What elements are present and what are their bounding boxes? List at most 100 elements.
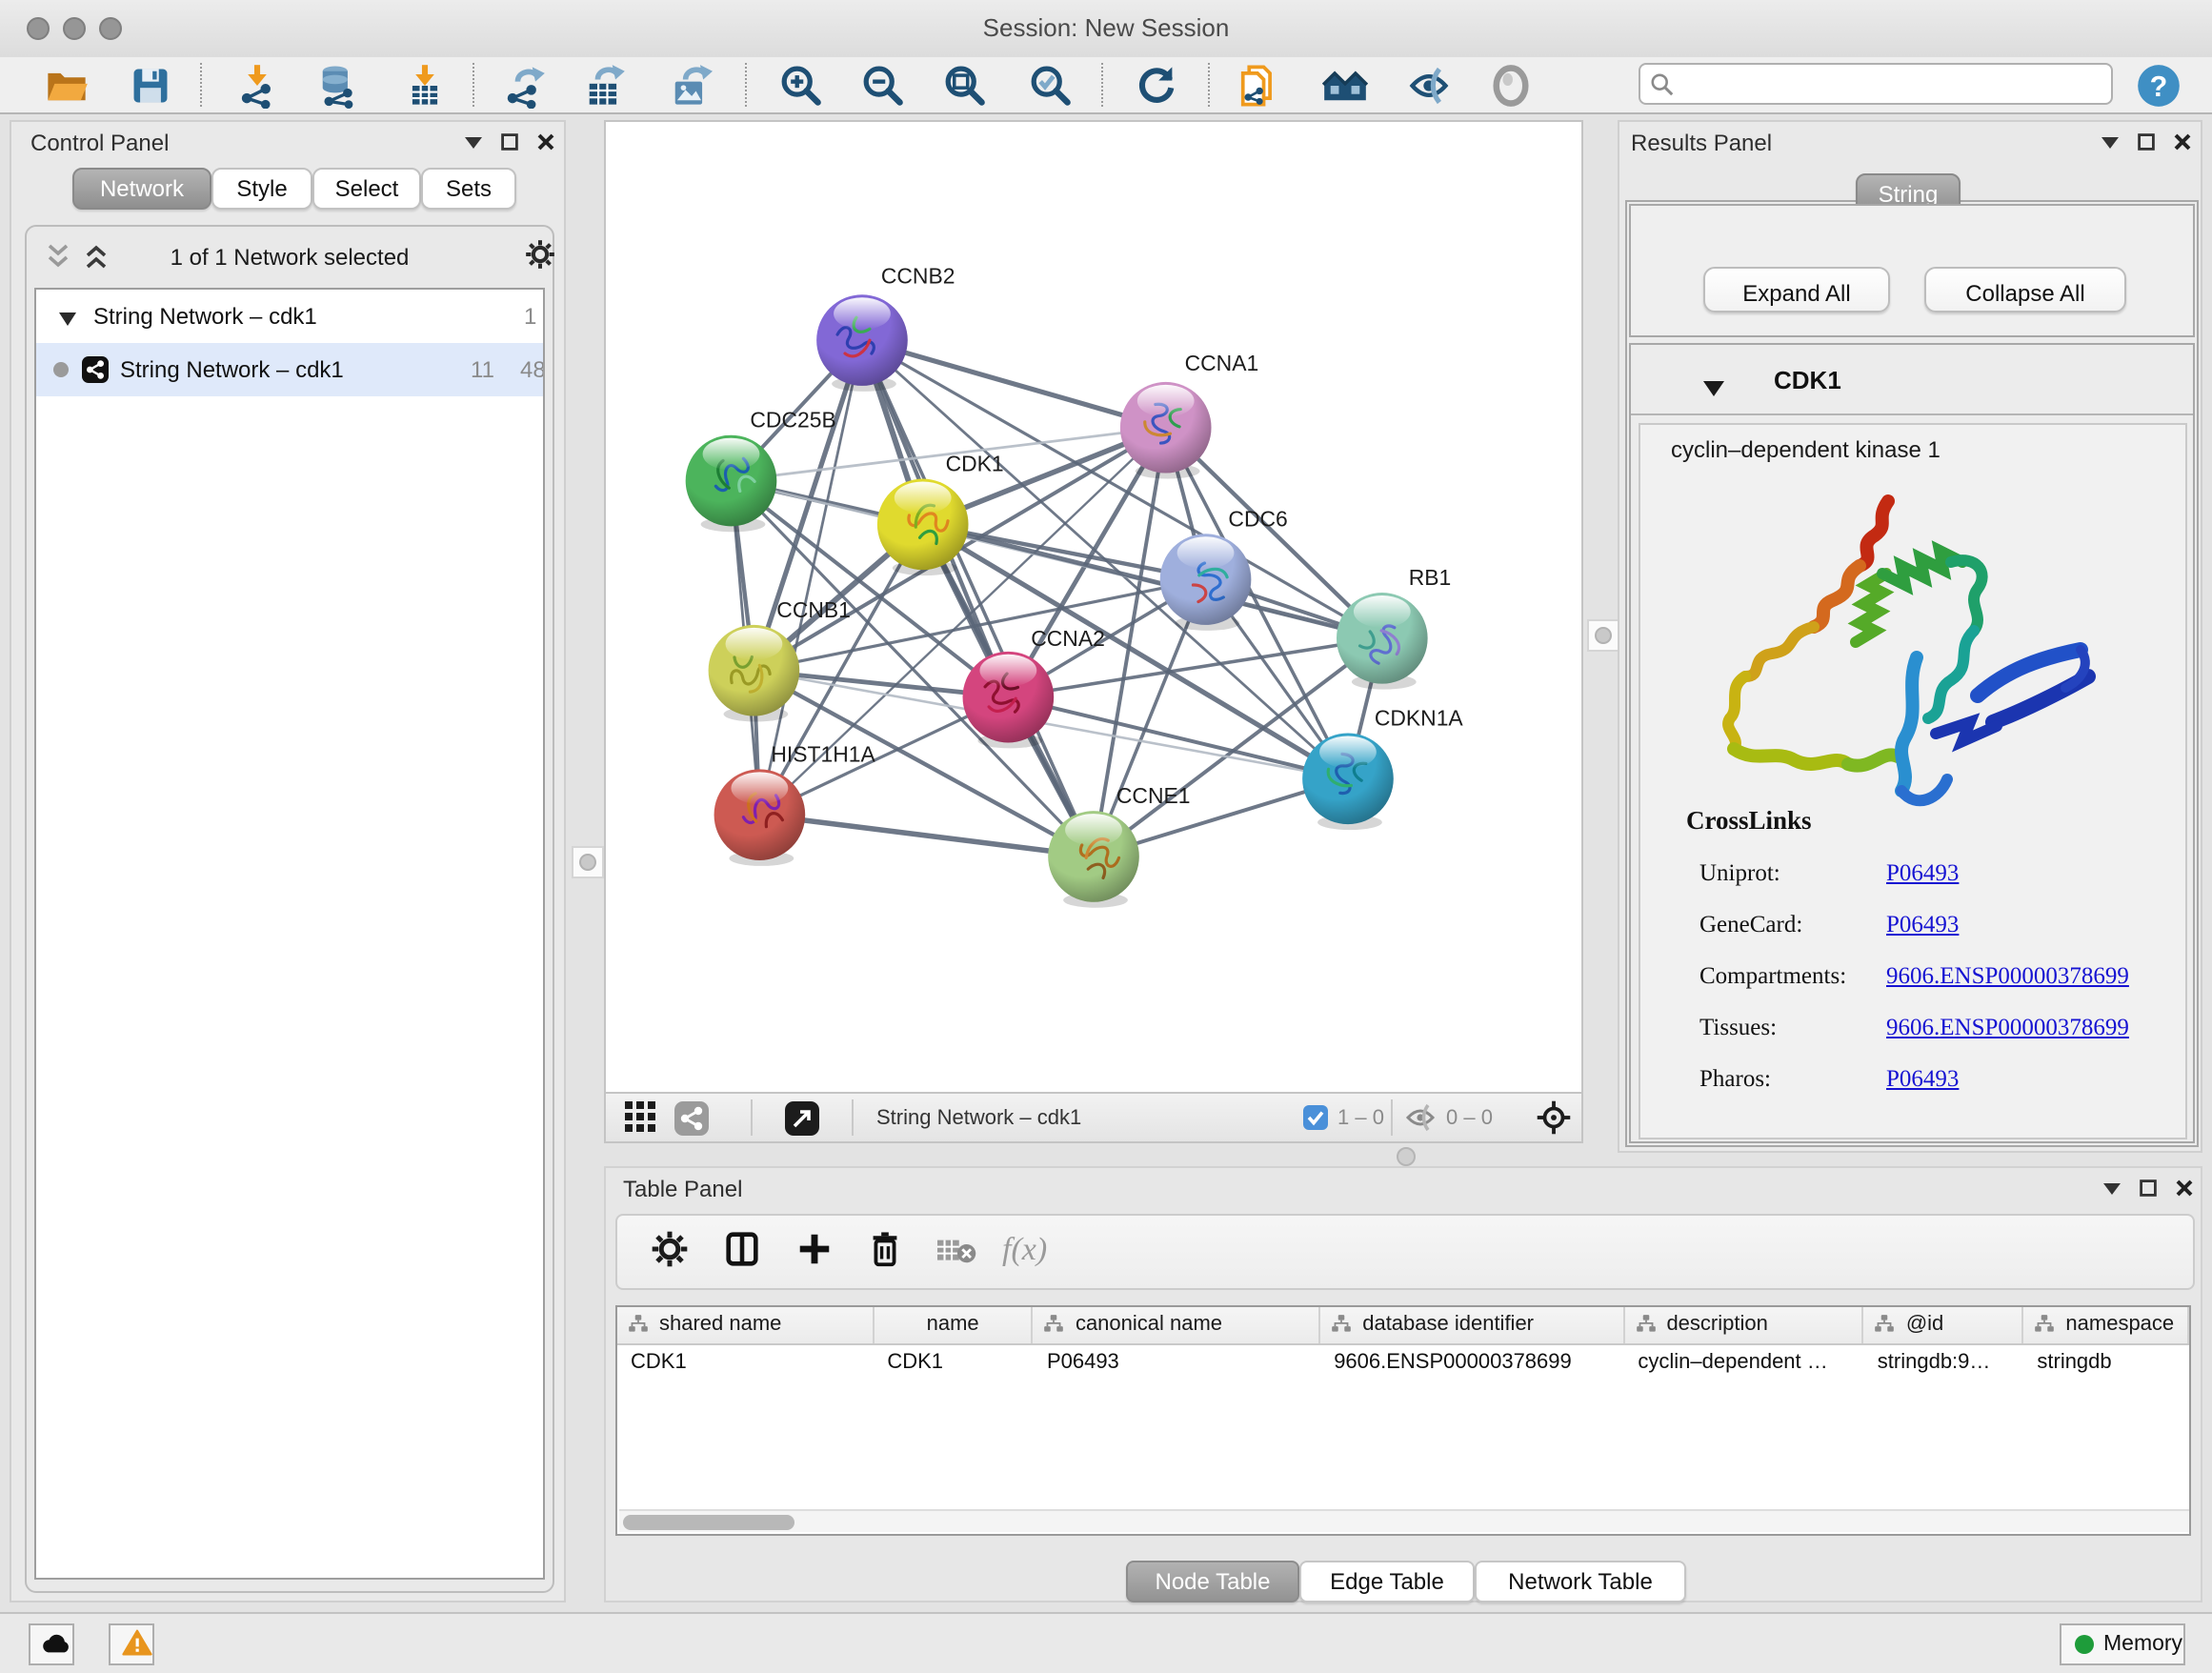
float-menu-icon[interactable] (2103, 1182, 2121, 1194)
table-cell[interactable]: P06493 (1034, 1345, 1320, 1381)
network-node-HIST1H1A[interactable] (714, 769, 806, 866)
close-panel-icon[interactable] (537, 133, 554, 151)
help-button[interactable]: ? (2136, 63, 2182, 109)
table-cell[interactable]: 9606.ENSP00000378699 (1320, 1345, 1624, 1381)
zoom-fit-button[interactable] (941, 63, 987, 109)
import-table-file-button[interactable] (402, 63, 448, 109)
column-header-canonical-name[interactable]: canonical name (1034, 1307, 1320, 1343)
column-header-shared-name[interactable]: shared name (617, 1307, 874, 1343)
function-builder-icon[interactable]: f(x) (998, 1225, 1063, 1280)
import-network-database-button[interactable] (314, 63, 360, 109)
share-view-icon[interactable] (674, 1101, 709, 1145)
crosslink-label: Tissues: (1699, 1014, 1777, 1042)
column-header-@id[interactable]: @id (1864, 1307, 2024, 1343)
network-options-gear-icon[interactable] (524, 238, 556, 271)
network-edge[interactable] (754, 579, 1205, 671)
delete-column-icon[interactable] (865, 1229, 905, 1279)
table-row[interactable]: CDK1CDK1P064939606.ENSP00000378699cyclin… (617, 1345, 2189, 1381)
network-collection-row[interactable]: String Network – cdk1 1 (36, 290, 543, 343)
float-menu-icon[interactable] (2101, 136, 2119, 148)
network-canvas[interactable]: CCNB2CCNA1CDC25BCDK1CDC6RB1CCNB1CCNA2CDK… (604, 120, 1583, 1094)
tree-expand-icon[interactable] (59, 305, 76, 332)
right-splitter-handle[interactable] (1587, 619, 1619, 652)
export-table-button[interactable] (581, 63, 627, 109)
network-edge[interactable] (759, 815, 1094, 857)
crosslink-link[interactable]: P06493 (1886, 859, 1959, 888)
zoom-in-button[interactable] (777, 63, 823, 109)
save-session-button[interactable] (128, 63, 173, 109)
crosslink-link[interactable]: 9606.ENSP00000378699 (1886, 962, 2129, 991)
add-column-icon[interactable] (794, 1229, 835, 1279)
show-all-button[interactable] (1488, 63, 1534, 109)
network-node-CCNB1[interactable] (709, 625, 800, 722)
horizontal-scrollbar[interactable] (619, 1509, 2191, 1532)
zoom-selected-button[interactable] (1027, 63, 1073, 109)
warnings-button[interactable] (109, 1623, 154, 1665)
table-cell[interactable]: cyclin–dependent … (1624, 1345, 1863, 1381)
memory-button[interactable]: Memory (2060, 1623, 2185, 1665)
tab-sets[interactable]: Sets (421, 168, 516, 210)
close-panel-icon[interactable] (2174, 133, 2191, 151)
table-options-gear-icon[interactable] (650, 1229, 690, 1279)
tab-select[interactable]: Select (312, 168, 421, 210)
crosslink-row: Compartments:9606.ENSP00000378699 (1640, 951, 2185, 1002)
float-window-icon[interactable] (2140, 1179, 2157, 1197)
import-network-file-button[interactable] (234, 63, 280, 109)
network-node-CCNE1[interactable] (1048, 811, 1139, 908)
fit-selected-crosshair-icon[interactable] (1536, 1099, 1572, 1145)
network-node-RB1[interactable] (1337, 593, 1428, 690)
refresh-button[interactable] (1134, 63, 1179, 109)
open-session-button[interactable] (44, 63, 90, 109)
first-neighbors-button[interactable] (1322, 63, 1368, 109)
birds-eye-view-icon[interactable] (785, 1101, 819, 1145)
tab-style[interactable]: Style (211, 168, 312, 210)
new-network-from-selection-button[interactable] (1235, 63, 1280, 109)
table-cell[interactable]: CDK1 (874, 1345, 1034, 1381)
table-cell[interactable]: CDK1 (617, 1345, 874, 1381)
network-node-CDC6[interactable] (1160, 534, 1252, 631)
network-node-CDKN1A[interactable] (1302, 733, 1394, 830)
tab-network-table[interactable]: Network Table (1475, 1561, 1686, 1602)
hide-selected-button[interactable] (1406, 63, 1452, 109)
left-splitter-handle[interactable] (572, 846, 604, 878)
close-panel-icon[interactable] (2176, 1179, 2193, 1197)
float-menu-icon[interactable] (465, 136, 482, 148)
expand-all-button[interactable]: Expand All (1703, 267, 1890, 312)
zoom-out-button[interactable] (859, 63, 905, 109)
column-header-name[interactable]: name (874, 1307, 1034, 1343)
hidden-eye-icon[interactable] (1404, 1103, 1437, 1141)
grid-layout-icon[interactable] (625, 1101, 657, 1143)
column-header-description[interactable]: description (1624, 1307, 1863, 1343)
delete-table-icon[interactable] (937, 1237, 977, 1275)
network-node-CCNA1[interactable] (1120, 382, 1212, 479)
tab-network[interactable]: Network (72, 168, 211, 210)
cloud-button[interactable] (29, 1623, 74, 1665)
scrollbar-thumb[interactable] (623, 1514, 794, 1529)
float-window-icon[interactable] (501, 133, 518, 151)
search-input[interactable] (1682, 67, 2105, 101)
crosslink-link[interactable]: P06493 (1886, 1065, 1959, 1094)
collapse-all-button[interactable]: Collapse All (1924, 267, 2126, 312)
table-cell[interactable]: stringdb (2023, 1345, 2189, 1381)
network-edge[interactable] (862, 340, 1094, 857)
show-columns-icon[interactable] (722, 1229, 762, 1279)
column-header-database-identifier[interactable]: database identifier (1320, 1307, 1624, 1343)
crosslink-row: Tissues: 9606.ENSP00000378699 (1640, 1002, 2185, 1054)
float-window-icon[interactable] (2138, 133, 2155, 151)
column-header-namespace[interactable]: namespace (2023, 1307, 2189, 1343)
entry-collapse-icon[interactable] (1703, 372, 1724, 406)
network-row-selected[interactable]: String Network – cdk1 11 48 (36, 343, 543, 396)
crosslink-label: Uniprot: (1699, 859, 1780, 888)
table-cell[interactable]: stringdb:9… (1864, 1345, 2024, 1381)
tab-node-table[interactable]: Node Table (1126, 1561, 1299, 1602)
horizontal-splitter-handle[interactable] (1397, 1147, 1416, 1166)
export-network-button[interactable] (501, 63, 547, 109)
crosslink-link[interactable]: 9606.ENSP00000378699 (1886, 1014, 2129, 1042)
export-image-button[interactable] (667, 63, 713, 109)
crosslink-link[interactable]: P06493 (1886, 911, 1959, 939)
network-node-CDC25B[interactable] (686, 435, 777, 533)
cdk1-entry-header[interactable]: CDK1 (1631, 345, 2193, 415)
tab-edge-table[interactable]: Edge Table (1299, 1561, 1475, 1602)
selected-checkbox-icon[interactable] (1303, 1105, 1328, 1139)
network-edge[interactable] (862, 340, 1166, 428)
